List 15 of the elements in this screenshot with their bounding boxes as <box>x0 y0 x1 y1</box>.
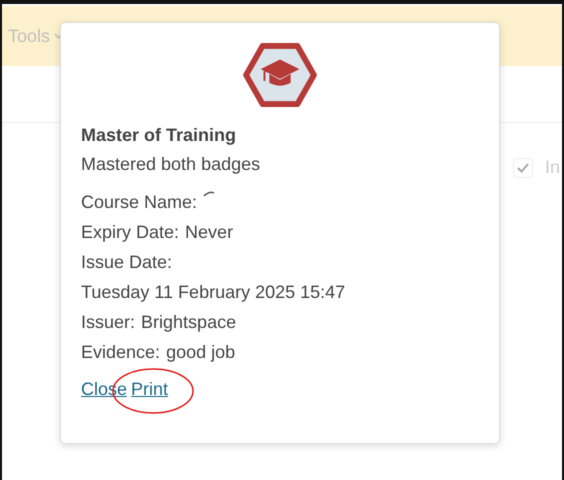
badge-title: Master of Training <box>81 125 238 146</box>
field-label: Issue Date: <box>81 252 172 272</box>
field-value: Never <box>185 222 234 242</box>
checkmark-icon <box>516 162 529 172</box>
field-label: Evidence: <box>81 342 160 362</box>
badge-description: Mastered both badges <box>81 154 262 175</box>
field-label: Expiry Date: <box>81 222 180 242</box>
spinner-icon <box>203 191 216 197</box>
field-label: Issuer: <box>81 312 136 332</box>
field-value: good job <box>166 342 236 362</box>
field-value: Tuesday 11 February 2025 15:47 <box>81 282 346 302</box>
field-value: Brightspace <box>141 312 236 332</box>
graduation-cap-badge-icon <box>243 43 317 107</box>
field-label: Course Name: <box>81 192 198 212</box>
checkbox[interactable] <box>512 158 533 178</box>
